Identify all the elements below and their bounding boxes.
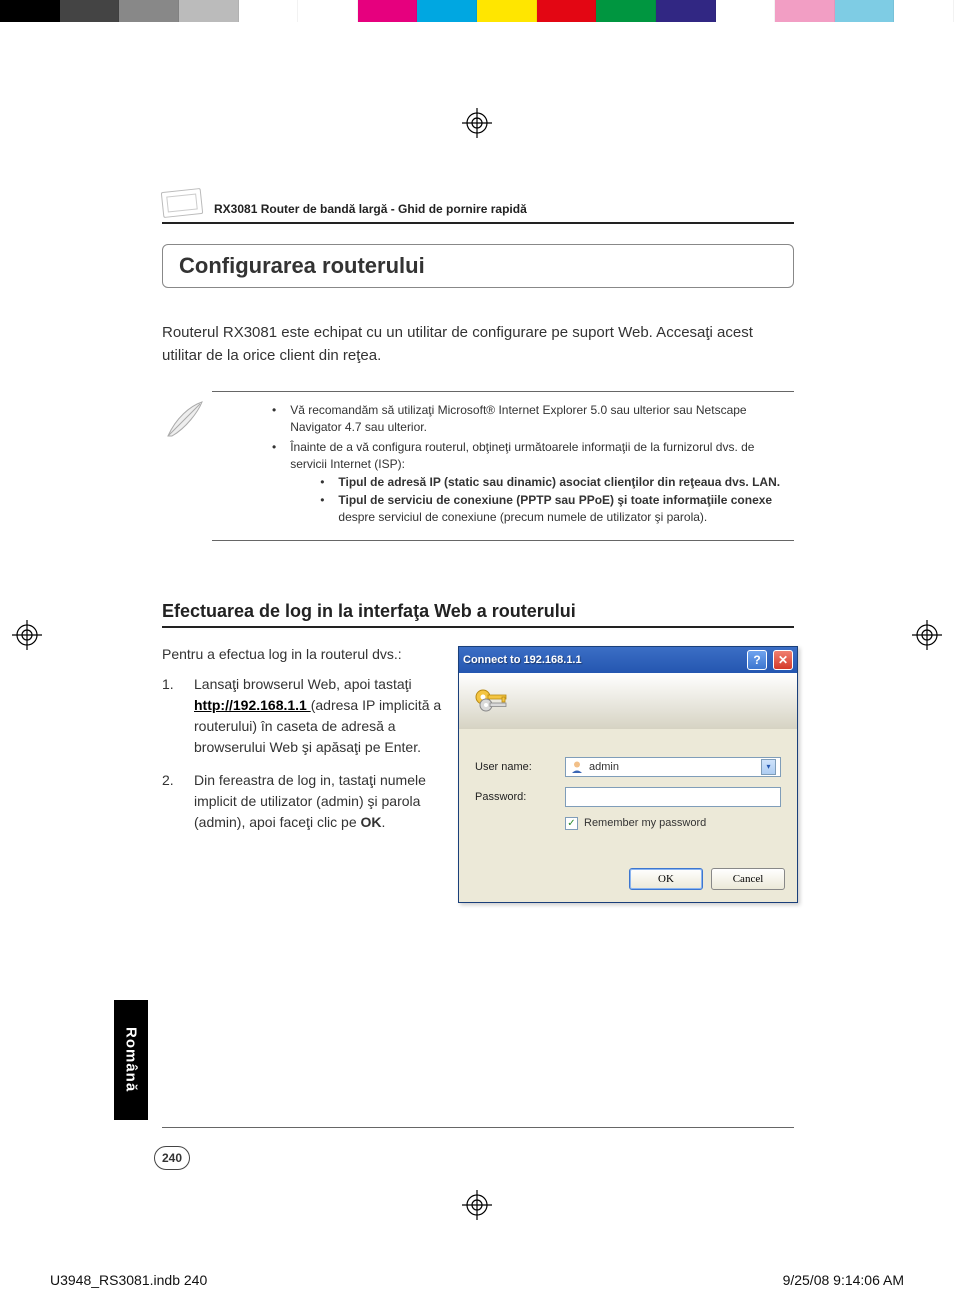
dropdown-arrow-icon[interactable]: ▾	[761, 759, 776, 775]
keys-icon	[473, 683, 513, 719]
registration-mark-icon	[462, 108, 492, 138]
username-field[interactable]: admin ▾	[565, 757, 781, 777]
help-button[interactable]: ?	[747, 650, 767, 670]
close-button[interactable]: ✕	[773, 650, 793, 670]
footer-filename: U3948_RS3081.indb 240	[50, 1272, 207, 1288]
dialog-banner	[459, 673, 797, 729]
note-subitem: Tipul de serviciu de conexiune (PPTP sau…	[338, 492, 784, 527]
steps-intro: Pentru a efectua log in la routerul dvs.…	[162, 646, 442, 662]
note-box: •Vă recomandăm să utilizaţi Microsoft® I…	[212, 391, 794, 541]
step-number: 2.	[162, 770, 180, 833]
language-tab: Română	[114, 1000, 148, 1120]
print-footer: U3948_RS3081.indb 240 9/25/08 9:14:06 AM	[50, 1272, 904, 1288]
intro-paragraph: Routerul RX3081 este echipat cu un utili…	[162, 322, 794, 367]
remember-label: Remember my password	[584, 817, 706, 829]
step-body: Lansaţi browserul Web, apoi tastaţi http…	[194, 674, 442, 758]
router-url-link[interactable]: http://192.168.1.1	[194, 697, 311, 713]
username-value: admin	[589, 761, 619, 773]
footer-datetime: 9/25/08 9:14:06 AM	[783, 1272, 904, 1288]
note-item: Înainte de a vă configura routerul, obţi…	[290, 440, 754, 471]
divider	[162, 1127, 794, 1128]
cancel-button[interactable]: Cancel	[711, 868, 785, 890]
note-subitem: Tipul de adresă IP (static sau dinamic) …	[338, 474, 780, 491]
divider	[162, 222, 794, 224]
registration-mark-icon	[12, 620, 42, 650]
step-number: 1.	[162, 674, 180, 758]
note-feather-icon	[162, 398, 206, 442]
print-colorbar	[0, 0, 954, 22]
user-icon	[570, 760, 584, 774]
remember-checkbox[interactable]: ✓	[565, 817, 578, 830]
page-number: 240	[154, 1146, 190, 1170]
step-body: Din fereastra de log in, tastaţi numele …	[194, 770, 442, 833]
note-item: Vă recomandăm să utilizaţi Microsoft® In…	[290, 402, 784, 437]
ok-button[interactable]: OK	[629, 868, 703, 890]
registration-mark-icon	[462, 1190, 492, 1220]
section-title: Configurarea routerului	[179, 253, 777, 279]
doc-header-title: RX3081 Router de bandă largă - Ghid de p…	[214, 202, 527, 216]
dialog-title: Connect to 192.168.1.1	[463, 654, 741, 666]
language-label: Română	[123, 1027, 140, 1092]
router-icon	[161, 188, 203, 218]
password-label: Password:	[475, 791, 565, 803]
password-field[interactable]	[565, 787, 781, 807]
subsection-heading: Efectuarea de log in la interfaţa Web a …	[162, 601, 794, 628]
username-label: User name:	[475, 761, 565, 773]
dialog-titlebar: Connect to 192.168.1.1 ? ✕	[459, 647, 797, 673]
registration-mark-icon	[912, 620, 942, 650]
section-title-capsule: Configurarea routerului	[162, 244, 794, 288]
login-dialog: Connect to 192.168.1.1 ? ✕	[458, 646, 798, 903]
